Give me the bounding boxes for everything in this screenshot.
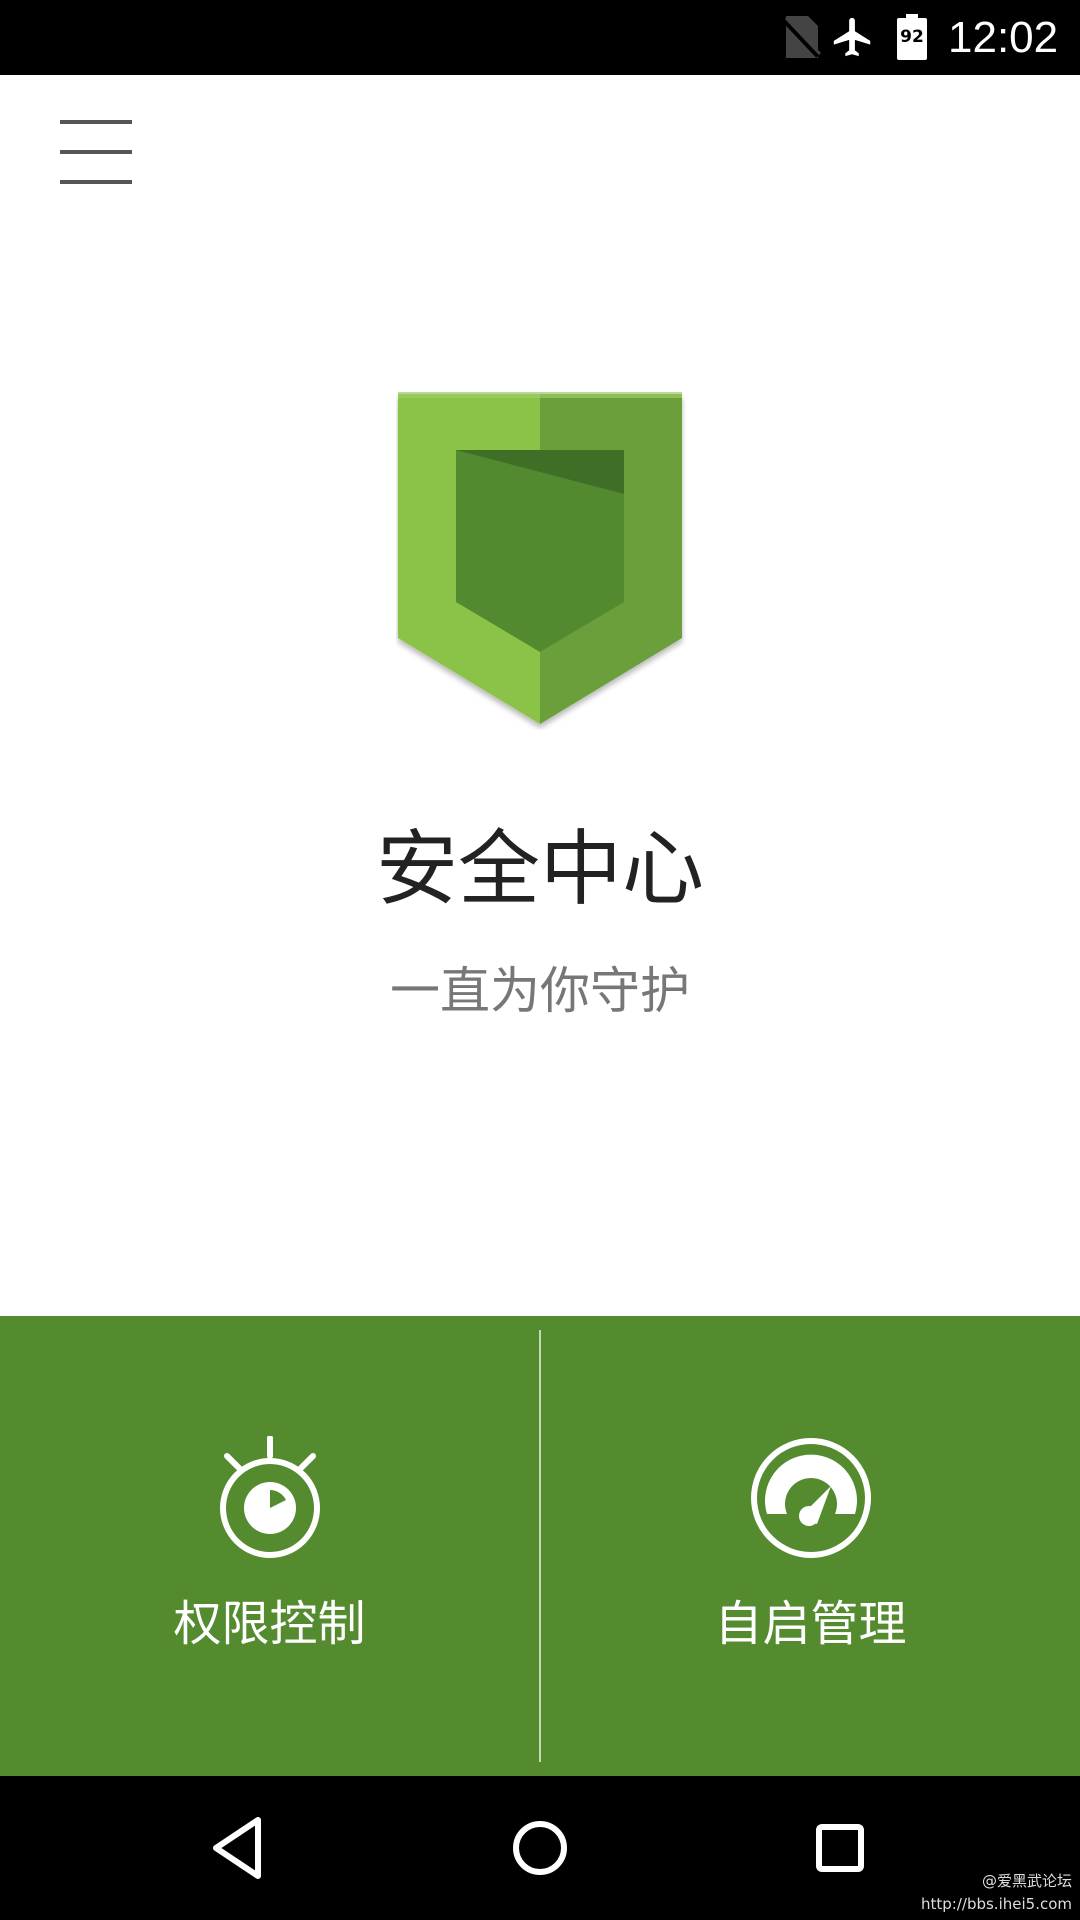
speedometer-icon (750, 1438, 871, 1558)
recent-apps-icon (816, 1824, 864, 1872)
menu-button[interactable] (50, 110, 142, 194)
status-bar: 92 12:02 (0, 0, 1080, 75)
home-button[interactable] (500, 1808, 580, 1888)
home-icon (513, 1821, 567, 1875)
back-icon (213, 1817, 261, 1879)
action-panel: 权限控制 自启管理 (0, 1316, 1080, 1776)
status-clock: 12:02 (948, 13, 1059, 62)
airplane-mode-icon (833, 17, 871, 57)
shield-logo-icon (398, 392, 682, 724)
navigation-bar (0, 1776, 1080, 1920)
recent-apps-button[interactable] (800, 1808, 880, 1888)
autostart-management-button[interactable]: 自启管理 (541, 1316, 1080, 1776)
back-button[interactable] (200, 1808, 280, 1888)
watermark-url: http://bbs.ihei5.com (921, 1895, 1072, 1913)
no-sim-icon (782, 16, 822, 58)
watermark-text: @爱黑武论坛 (981, 1872, 1072, 1890)
stopwatch-icon (219, 1436, 320, 1558)
battery-level: 92 (900, 27, 924, 47)
app-title: 安全中心 (375, 822, 704, 917)
permission-control-button[interactable]: 权限控制 (0, 1316, 539, 1776)
app-subtitle: 一直为你守护 (390, 962, 690, 1020)
permission-control-label: 权限控制 (173, 1596, 366, 1652)
autostart-management-label: 自启管理 (714, 1596, 907, 1652)
